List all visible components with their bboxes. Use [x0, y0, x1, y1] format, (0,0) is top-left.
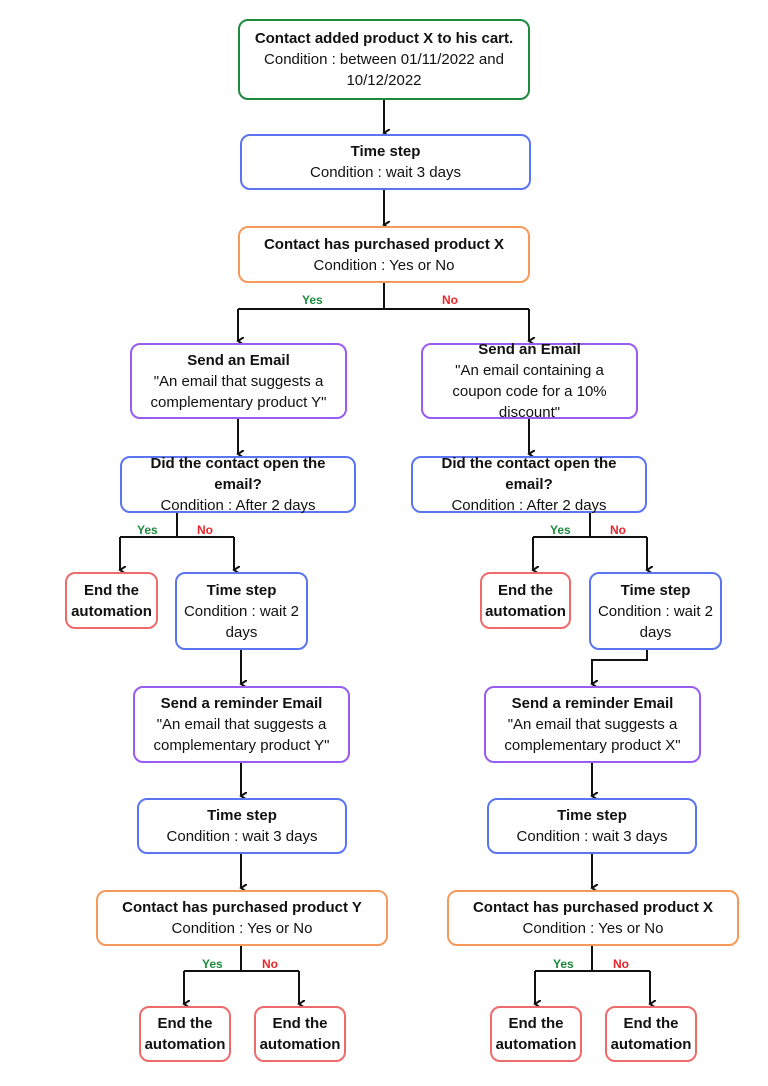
node-body: Condition : wait 3 days [310, 164, 461, 181]
node-body: Condition : After 2 days [451, 497, 607, 514]
node-title: Time step [207, 807, 277, 824]
branch-label-no: No [197, 523, 213, 537]
node-body: Condition : between 01/11/2022 and 10/12… [264, 51, 504, 89]
node-title: End the automation [144, 1015, 226, 1053]
node-body: "An email that suggests a complementary … [150, 372, 327, 411]
branch-label-yes: Yes [553, 957, 574, 971]
node-right-send-email[interactable]: Send an Email "An email containing a cou… [421, 341, 638, 421]
node-left-final-end-no[interactable]: End the automation [254, 1006, 346, 1062]
node-body: Condition : wait 2 days [597, 602, 714, 641]
node-title: Send an Email [187, 351, 290, 369]
node-left-purchased-product-y[interactable]: Contact has purchased product Y Conditio… [96, 890, 388, 946]
node-left-final-end-yes[interactable]: End the automation [139, 1006, 231, 1062]
branch-label-no: No [442, 293, 458, 307]
node-title: End the automation [71, 581, 152, 620]
node-body: Condition : Yes or No [522, 920, 664, 937]
branch-label-yes: Yes [550, 523, 571, 537]
node-body: "An email that suggests a complementary … [153, 716, 330, 754]
node-title: Contact has purchased product X [472, 899, 714, 916]
node-left-send-reminder[interactable]: Send a reminder Email "An email that sug… [133, 686, 350, 763]
node-right-end-automation[interactable]: End the automation [480, 572, 571, 629]
node-left-send-email[interactable]: Send an Email "An email that suggests a … [130, 343, 347, 419]
branch-label-yes: Yes [302, 293, 323, 307]
node-title: Contact has purchased product X [263, 235, 505, 253]
node-right-opened-email[interactable]: Did the contact open the email? Conditio… [411, 455, 647, 514]
node-title: Did the contact open the email? [441, 455, 617, 493]
node-title: Time step [350, 143, 421, 160]
node-trigger[interactable]: Contact added product X to his cart. Con… [238, 19, 530, 100]
node-right-send-reminder[interactable]: Send a reminder Email "An email that sug… [484, 686, 701, 763]
node-body: Condition : wait 2 days [183, 602, 300, 641]
node-title: End the automation [259, 1015, 341, 1053]
branch-label-no: No [613, 957, 629, 971]
flowchart-canvas: Contact added product X to his cart. Con… [0, 0, 768, 1086]
node-title: Contact has purchased product Y [122, 899, 362, 916]
node-title: Time step [206, 581, 277, 599]
branch-label-no: No [262, 957, 278, 971]
node-title: Send a reminder Email [511, 695, 674, 712]
node-body: "An email containing a coupon code for a… [452, 362, 607, 421]
node-time-step-wait-3-days[interactable]: Time step Condition : wait 3 days [240, 134, 531, 190]
node-body: Condition : wait 3 days [516, 828, 668, 845]
node-right-purchased-product-x[interactable]: Contact has purchased product X Conditio… [447, 890, 739, 946]
node-body: Condition : After 2 days [160, 497, 316, 514]
branch-label-yes: Yes [137, 523, 158, 537]
node-title: Time step [620, 581, 691, 599]
node-purchased-product-x[interactable]: Contact has purchased product X Conditio… [238, 226, 530, 283]
node-title: End the automation [610, 1015, 692, 1053]
node-title: Contact added product X to his cart. [254, 30, 514, 47]
node-left-time-step-wait-2-days[interactable]: Time step Condition : wait 2 days [175, 572, 308, 650]
node-body: Condition : wait 3 days [166, 828, 318, 845]
branch-label-no: No [610, 523, 626, 537]
edge-right-wait2-to-reminder [592, 649, 648, 684]
node-right-time-step-wait-2-days[interactable]: Time step Condition : wait 2 days [589, 572, 722, 650]
node-right-final-end-no[interactable]: End the automation [605, 1006, 697, 1062]
node-title: Time step [557, 807, 627, 824]
node-title: Did the contact open the email? [150, 455, 326, 493]
node-body: "An email that suggests a complementary … [504, 716, 681, 754]
node-body: Condition : Yes or No [313, 256, 455, 274]
node-right-final-end-yes[interactable]: End the automation [490, 1006, 582, 1062]
node-body: Condition : Yes or No [171, 920, 313, 937]
node-right-time-step-wait-3-days[interactable]: Time step Condition : wait 3 days [487, 798, 697, 854]
node-title: End the automation [485, 581, 566, 620]
branch-label-yes: Yes [202, 957, 223, 971]
node-left-time-step-wait-3-days[interactable]: Time step Condition : wait 3 days [137, 798, 347, 854]
edge-split-purchased [238, 283, 529, 310]
node-title: End the automation [495, 1015, 577, 1053]
node-left-opened-email[interactable]: Did the contact open the email? Conditio… [120, 455, 356, 514]
node-title: Send a reminder Email [160, 695, 323, 712]
node-left-end-automation[interactable]: End the automation [65, 572, 158, 629]
node-title: Send an Email [478, 341, 581, 358]
